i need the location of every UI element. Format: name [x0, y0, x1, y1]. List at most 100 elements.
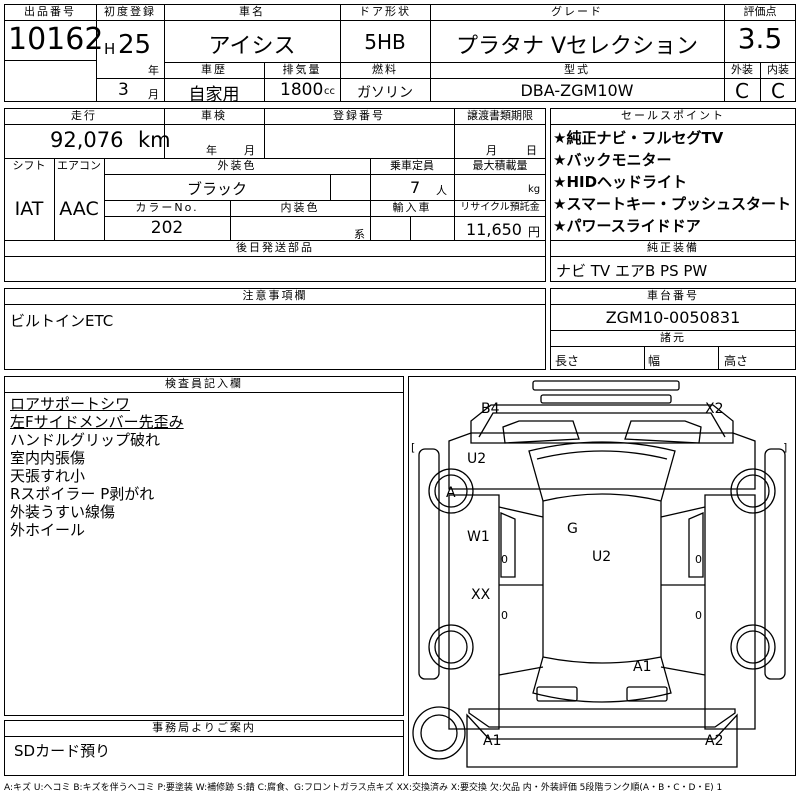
- length-label: 長さ: [555, 354, 580, 368]
- recycle-label: リサイクル預託金: [455, 201, 545, 215]
- car-name-label: 車名: [165, 5, 339, 19]
- transfer-month-unit: 月: [486, 144, 497, 157]
- recycle-fee: 11,650: [466, 220, 522, 239]
- dimensions-label: 諸元: [551, 331, 795, 345]
- later-parts-label: 後日発送部品: [5, 241, 545, 255]
- capacity-unit: 人: [436, 184, 447, 197]
- equipment: ナビ TV エアB PS PW: [556, 262, 708, 280]
- inspection-month-unit: 月: [244, 144, 255, 157]
- displacement-label: 排気量: [265, 63, 339, 77]
- max-load-label: 最大積載量: [455, 159, 545, 173]
- inspector-note: 外装うすい線傷: [10, 503, 116, 521]
- mark-zero-4: 0: [695, 609, 702, 622]
- registration-month: 3: [118, 80, 129, 100]
- registration-year: 25: [118, 30, 152, 60]
- lot-number-label: 出品番号: [5, 5, 95, 19]
- inspection-year-unit: 年: [206, 144, 217, 157]
- inspector-note: ハンドルグリップ破れ: [10, 431, 161, 449]
- displacement: 1800: [280, 80, 324, 100]
- chassis-number: ZGM10-0050831: [605, 308, 741, 327]
- color-number-label: カラーNo.: [105, 201, 229, 215]
- model-code-label: 型式: [431, 63, 723, 77]
- exterior-color: ブラック: [186, 180, 247, 198]
- max-load-unit: kg: [528, 184, 541, 195]
- grade: プラタナ Vセレクション: [455, 34, 699, 59]
- ac: AAC: [59, 198, 99, 220]
- sales-point-item: ★純正ナビ・フルセグTV: [553, 129, 724, 147]
- fuel-label: 燃料: [341, 63, 429, 77]
- inspection-label: 車検: [165, 109, 263, 123]
- inspector-note: 室内内張傷: [10, 449, 86, 467]
- mark-zero-3: 0: [501, 609, 508, 622]
- mark-b4: B4: [481, 401, 500, 417]
- mark-w1: W1: [467, 529, 490, 545]
- caution-label: 注意事項欄: [5, 289, 545, 303]
- color-number: 202: [150, 218, 184, 238]
- transfer-deadline-label: 譲渡書類期限: [455, 109, 545, 123]
- capacity: 7: [410, 178, 421, 197]
- chassis-label: 車台番号: [551, 289, 795, 303]
- import-label: 輸入車: [371, 201, 453, 215]
- mark-g: G: [567, 521, 578, 537]
- mark-zero-1: 0: [501, 553, 508, 566]
- shift-label: シフト: [5, 159, 53, 173]
- width-label: 幅: [648, 354, 661, 368]
- interior-color-unit: 系: [354, 228, 365, 241]
- caution: ビルトインETC: [10, 312, 114, 330]
- mark-x2: X2: [705, 401, 724, 417]
- inspector-note: 外ホイール: [10, 521, 86, 539]
- month-unit: 月: [148, 88, 159, 101]
- year-unit: 年: [148, 64, 159, 77]
- fuel: ガソリン: [357, 85, 413, 101]
- interior-color-label: 内装色: [231, 201, 369, 215]
- inspector-note: ロアサポートシワ: [10, 395, 131, 413]
- transfer-day-unit: 日: [526, 144, 537, 157]
- score: 3.5: [737, 22, 783, 55]
- exterior-color-label: 外装色: [105, 159, 369, 173]
- history-label: 車歴: [165, 63, 263, 77]
- interior-grade: C: [771, 79, 785, 103]
- door-type-label: ドア形状: [341, 5, 429, 19]
- equipment-label: 純正装備: [551, 241, 795, 255]
- displacement-unit: cc: [324, 86, 335, 97]
- damage-legend: A:キズ U:ヘコミ B:キズを伴うヘコミ P:要塗装 W:補修跡 S:錆 C:…: [4, 783, 723, 793]
- bracket-left: [: [411, 441, 415, 454]
- ac-label: エアコン: [55, 159, 103, 173]
- model-code: DBA-ZGM10W: [520, 81, 634, 100]
- lot-number: 10162: [8, 22, 104, 57]
- bracket-right: ]: [783, 441, 787, 454]
- sales-point-item: ★HIDヘッドライト: [553, 173, 688, 191]
- mark-a1-rear: A1: [633, 659, 651, 675]
- plate-label: 登録番号: [265, 109, 453, 123]
- grade-label: グレード: [431, 5, 723, 19]
- damage-diagram: B4 X2 U2 A W1 G U2 XX A1 A1 A2 0 0 0 0 […: [408, 376, 796, 776]
- capacity-label: 乗車定員: [371, 159, 453, 173]
- inspector-label: 検査員記入欄: [5, 377, 403, 391]
- first-registration-label: 初度登録: [97, 5, 163, 19]
- height-label: 高さ: [724, 354, 749, 368]
- mileage-unit: km: [138, 128, 171, 152]
- mark-u2-center: U2: [592, 549, 611, 565]
- inspector-note: 天張すれ小: [10, 467, 86, 485]
- mark-a1-bottom: A1: [483, 733, 501, 749]
- inspector-notes-list: ロアサポートシワ 左Fサイドメンバー先歪み ハンドルグリップ破れ 室内内張傷 天張すれ小…: [10, 395, 400, 695]
- car-outline: B4 X2 U2 A W1 G U2 XX A1 A1 A2 0 0 0 0 […: [411, 380, 787, 768]
- mark-xx: XX: [471, 587, 491, 603]
- interior-grade-label: 内装: [761, 63, 795, 77]
- mileage-label: 走行: [5, 109, 163, 123]
- sales-point-item: ★スマートキー・プッシュスタート: [553, 195, 791, 213]
- sales-points-list: ★純正ナビ・フルセグTV ★バックモニター ★HIDヘッドライト ★スマートキー・プッ…: [553, 127, 795, 239]
- exterior-grade-label: 外装: [725, 63, 759, 77]
- mark-u2-top: U2: [467, 451, 486, 467]
- era: H: [104, 40, 116, 58]
- inspector-note: 左Fサイドメンバー先歪み: [10, 413, 184, 431]
- sales-points-label: セールスポイント: [551, 109, 795, 123]
- history: 自家用: [188, 85, 240, 105]
- office-label: 事務局よりご案内: [5, 721, 403, 735]
- inspector-note: Rスポイラー P剥がれ: [10, 485, 155, 503]
- mark-zero-2: 0: [695, 553, 702, 566]
- score-label: 評価点: [725, 5, 795, 19]
- door-type: 5HB: [364, 30, 406, 54]
- mark-a-left: A: [446, 485, 456, 501]
- recycle-unit: 円: [528, 225, 541, 239]
